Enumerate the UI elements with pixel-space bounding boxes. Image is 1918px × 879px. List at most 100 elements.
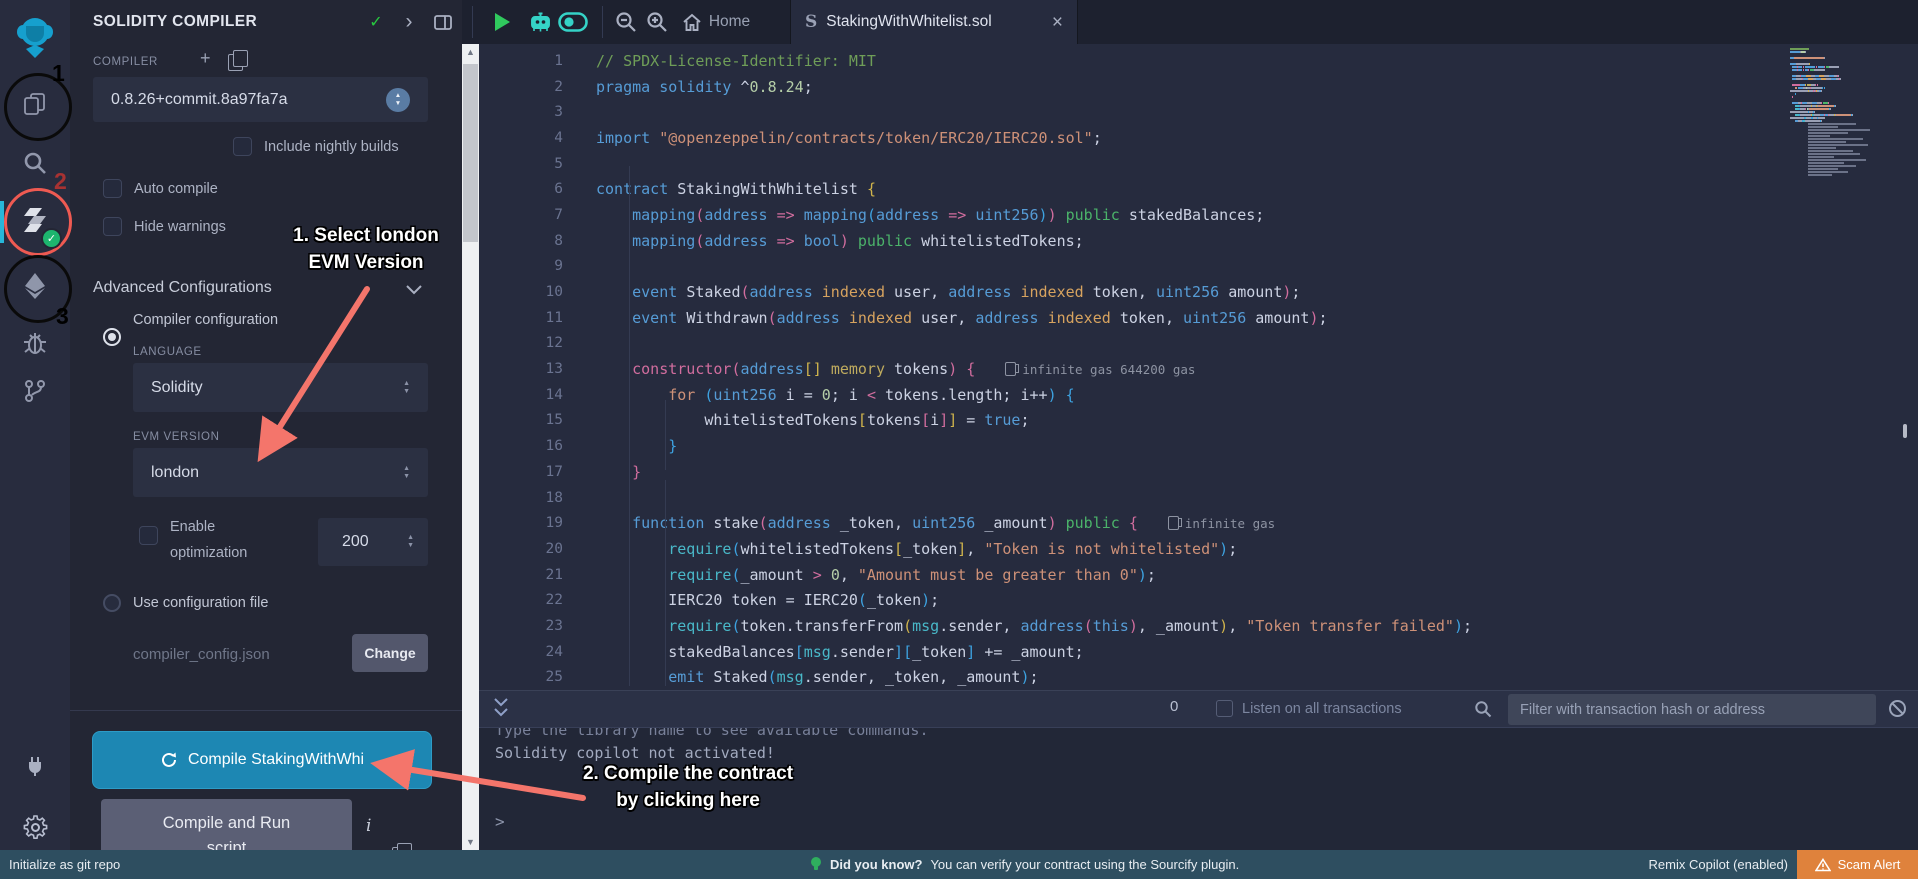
code-line: 6contract StakingWithWhitelist { [479,176,1918,202]
compile-button[interactable]: Compile StakingWithWhi [92,731,432,789]
zoom-out-icon[interactable] [612,0,640,44]
terminal-output[interactable]: Type the library name to see available c… [479,728,1918,850]
add-compiler-icon[interactable]: + [200,48,211,69]
config-file-name[interactable]: compiler_config.json [133,646,270,663]
remix-logo-icon[interactable] [0,8,70,66]
compiler-version-select[interactable]: 0.8.26+commit.8a97fa7a ▲▼ [93,77,428,122]
debugger-icon[interactable] [0,320,70,366]
use-configuration-file-label: Use configuration file [133,595,268,611]
copy-version-icon[interactable] [228,54,243,71]
copilot-toggle-icon[interactable] [556,0,590,44]
code-line: 4import "@openzeppelin/contracts/token/E… [479,125,1918,151]
indent-guide [665,480,666,686]
include-nightly-checkbox[interactable] [233,137,252,156]
change-config-button[interactable]: Change [352,634,428,672]
code-line: 13 constructor(address[] memory tokens) … [479,356,1918,382]
clear-filter-block-icon[interactable] [1888,699,1907,723]
terminal-search-icon[interactable] [1474,700,1492,723]
scroll-down-arrow-icon[interactable]: ▼ [462,834,479,850]
settings-gear-icon[interactable] [0,804,70,850]
terminal-collapse-icon[interactable] [493,697,509,724]
tab-title: StakingWithWhitelist.sol [826,13,991,31]
enable-optimization-label-1: Enable [170,519,215,535]
code-line: 17 } [479,459,1918,485]
compile-and-run-button[interactable]: Compile and Run script [101,799,352,850]
git-icon[interactable] [0,368,70,414]
code-line: 9 [479,254,1918,280]
home-tab[interactable]: Home [676,0,756,44]
version-stepper-icon: ▲▼ [386,88,410,112]
code-line: 16 } [479,433,1918,459]
compiler-configuration-label: Compiler configuration [133,312,278,328]
warning-triangle-icon [1815,858,1831,872]
solidity-compiler-icon[interactable] [0,197,70,243]
home-label: Home [709,13,750,31]
scam-alert-button[interactable]: Scam Alert [1797,850,1918,879]
language-select[interactable]: Solidity ▲▼ [133,363,428,412]
terminal-prompt[interactable]: > [495,812,505,831]
panel-scrollbar[interactable]: ▲ ▼ [462,44,479,850]
code-line: 20 require(whitelistedTokens[_token], "T… [479,536,1918,562]
solidity-compiler-panel: COMPILER + 0.8.26+commit.8a97fa7a ▲▼ Inc… [70,44,462,850]
optimization-runs-input[interactable]: 200 ▲▼ [318,518,428,566]
plugin-connector-icon[interactable] [0,742,70,788]
toolbar-separator [472,6,473,38]
hide-warnings-checkbox[interactable] [103,217,122,236]
scrollbar-thumb[interactable] [463,64,478,242]
advanced-configurations-header[interactable]: Advanced Configurations [93,279,272,297]
code-editor[interactable]: 1// SPDX-License-Identifier: MIT2pragma … [479,44,1918,690]
remix-ai-robot-icon[interactable] [524,0,556,44]
scam-alert-label: Scam Alert [1838,857,1901,872]
scroll-up-arrow-icon[interactable]: ▲ [462,44,479,60]
file-explorer-icon[interactable] [0,81,70,127]
select-stepper-icon: ▲▼ [407,534,414,549]
transaction-count-badge: 0 [1170,698,1178,715]
zoom-in-icon[interactable] [643,0,671,44]
chevron-down-icon[interactable] [406,282,422,300]
auto-compile-label: Auto compile [134,181,218,197]
auto-compile-checkbox[interactable] [103,179,122,198]
indent-guide [665,400,666,470]
toolbar-separator [602,6,603,38]
indent-guide [629,166,630,686]
tip-text: You can verify your contract using the S… [930,857,1239,872]
code-line: 2pragma solidity ^0.8.24; [479,74,1918,100]
code-line: 1// SPDX-License-Identifier: MIT [479,48,1918,74]
panel-title: SOLIDITY COMPILER [93,13,257,31]
home-icon [682,13,702,32]
copilot-status[interactable]: Remix Copilot (enabled) [1649,857,1788,872]
evm-version-select[interactable]: london ▲▼ [133,448,428,497]
search-icon[interactable] [0,140,70,186]
tab-close-icon[interactable]: × [1052,13,1063,32]
run-script-icon[interactable] [488,0,516,44]
listen-transactions-checkbox[interactable] [1216,700,1233,717]
compile-run-label-1: Compile and Run [163,811,291,836]
compile-run-label-2: script [207,836,246,850]
code-line: 21 require(_amount > 0, "Amount must be … [479,562,1918,588]
code-line: 3 [479,99,1918,125]
remix-logo-glyph [12,12,58,62]
git-init-status[interactable]: Initialize as git repo [9,857,120,872]
did-you-know-tip: Did you know? You can verify your contra… [810,856,1239,873]
tab-staking-with-whitelist[interactable]: S StakingWithWhitelist.sol × [790,0,1078,44]
editor-scrollbar-thumb[interactable] [1903,424,1907,438]
active-plugin-indicator [0,201,4,243]
tip-bold: Did you know? [830,857,922,872]
code-line: 12 [479,331,1918,357]
terminal-line: Type the library name to see available c… [495,728,928,739]
code-line: 18 [479,485,1918,511]
transaction-filter-input[interactable] [1508,694,1876,725]
code-line: 23 require(token.transferFrom(msg.sender… [479,613,1918,639]
code-line: 22 IERC20 token = IERC20(_token); [479,587,1918,613]
panel-divider [70,710,462,711]
split-view-icon[interactable] [432,0,454,44]
deploy-run-icon[interactable] [0,263,70,309]
compiler-configuration-radio[interactable] [103,328,121,346]
solidity-file-icon: S [805,12,817,32]
hide-warnings-label: Hide warnings [134,219,226,235]
info-icon[interactable]: i [366,816,371,836]
enable-optimization-checkbox[interactable] [139,526,158,545]
use-configuration-file-radio[interactable] [103,594,121,612]
panel-collapse-chevron-icon[interactable]: › [400,0,418,44]
editor-minimap[interactable] [1790,48,1894,176]
